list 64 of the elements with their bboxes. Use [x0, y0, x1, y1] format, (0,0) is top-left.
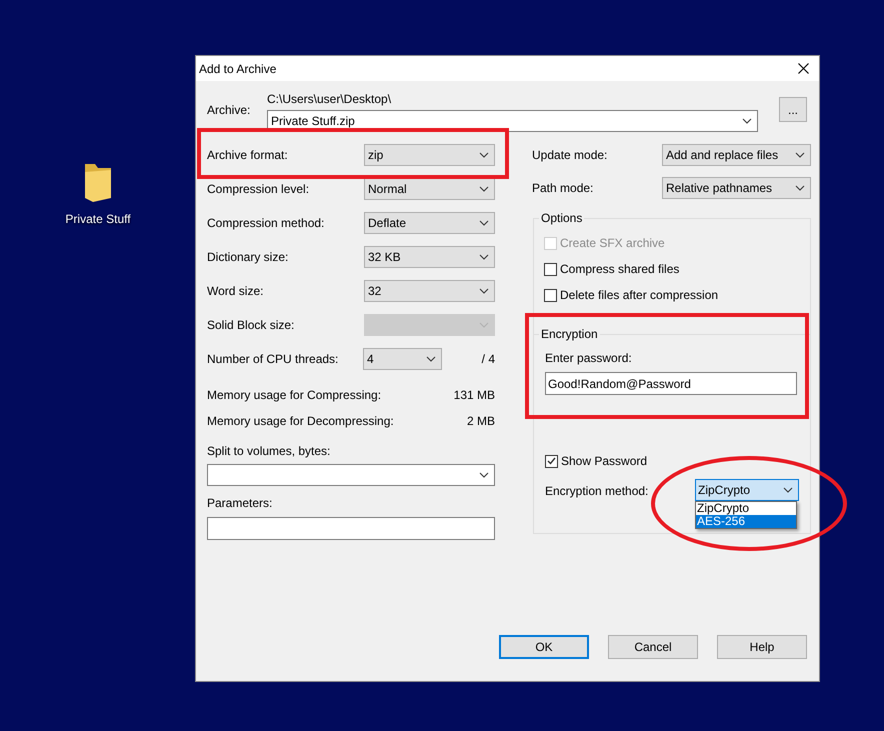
- chevron-down-icon: [479, 322, 489, 328]
- close-icon[interactable]: [798, 63, 809, 74]
- group-title: Options: [539, 211, 584, 225]
- setting-label: Archive format:: [207, 147, 288, 164]
- group-title: Encryption: [539, 327, 600, 341]
- browse-button[interactable]: ...: [779, 97, 807, 122]
- mode-label: Update mode:: [532, 147, 608, 164]
- archive-label: Archive:: [207, 102, 252, 119]
- setting-label: Number of CPU threads:: [207, 351, 340, 368]
- dialog-button[interactable]: Help: [717, 635, 807, 659]
- dropdown[interactable]: Normal: [364, 178, 495, 200]
- dropdown[interactable]: Private Stuff.zip: [267, 110, 758, 132]
- parameters-field[interactable]: [207, 517, 495, 540]
- setting-label: Compression level:: [207, 181, 310, 198]
- setting-label: Solid Block size:: [207, 317, 294, 334]
- memory-label: Memory usage for Compressing:: [207, 387, 382, 404]
- dropdown[interactable]: Deflate: [364, 212, 495, 234]
- checkbox-label: Show Password: [561, 453, 648, 470]
- dropdown[interactable]: 32: [364, 280, 495, 302]
- checkbox-label: Compress shared files: [560, 261, 680, 278]
- dropdown[interactable]: zip: [364, 144, 495, 166]
- dropdown[interactable]: 4: [363, 348, 442, 370]
- desktop-icon-label[interactable]: Private Stuff: [65, 210, 131, 228]
- chevron-down-icon: [479, 220, 489, 226]
- checkmark-icon: [547, 457, 556, 465]
- chevron-down-icon: [479, 472, 489, 478]
- chevron-down-icon: [742, 118, 752, 124]
- chevron-down-icon: [479, 152, 489, 158]
- memory-label: Memory usage for Decompressing:: [207, 413, 394, 430]
- checkbox-label: Create SFX archive: [560, 235, 665, 252]
- memory-value: 2 MB: [466, 413, 495, 430]
- encryption-method-dropdown[interactable]: ZipCrypto: [695, 479, 799, 501]
- dialog-button[interactable]: Cancel: [608, 635, 698, 659]
- dialog-button[interactable]: OK: [499, 635, 589, 659]
- password-field[interactable]: Good!Random@Password: [545, 372, 797, 395]
- chevron-down-icon: [795, 185, 805, 191]
- checkbox[interactable]: [544, 262, 557, 276]
- dropdown[interactable]: 32 KB: [364, 246, 495, 268]
- dropdown-option[interactable]: ZipCrypto: [696, 502, 796, 515]
- chevron-down-icon: [426, 356, 436, 362]
- chevron-down-icon: [783, 487, 793, 493]
- method-label: Encryption method:: [545, 483, 650, 500]
- chevron-down-icon: [479, 186, 489, 192]
- chevron-down-icon: [479, 254, 489, 260]
- archive-path: C:\Users\user\Desktop\: [267, 91, 392, 108]
- dropdown[interactable]: [207, 464, 495, 486]
- memory-value: 131 MB: [454, 387, 495, 404]
- parameters-label: Parameters:: [207, 495, 274, 512]
- split-label: Split to volumes, bytes:: [207, 443, 332, 460]
- chevron-down-icon: [479, 288, 489, 294]
- window-title: Add to Archive: [199, 60, 276, 78]
- thread-total: / 4: [482, 351, 495, 368]
- checkbox-label: Delete files after compression: [560, 287, 718, 304]
- setting-label: Word size:: [207, 283, 264, 300]
- dropdown[interactable]: Relative pathnames: [662, 177, 811, 199]
- checkbox[interactable]: [545, 454, 558, 468]
- setting-label: Compression method:: [207, 215, 324, 232]
- mode-label: Path mode:: [532, 180, 594, 197]
- dropdown[interactable]: Add and replace files: [662, 144, 811, 166]
- dropdown-option[interactable]: AES-256: [696, 515, 796, 528]
- chevron-down-icon: [795, 152, 805, 158]
- checkbox[interactable]: [544, 288, 557, 302]
- password-label: Enter password:: [545, 350, 633, 367]
- setting-label: Dictionary size:: [207, 249, 288, 266]
